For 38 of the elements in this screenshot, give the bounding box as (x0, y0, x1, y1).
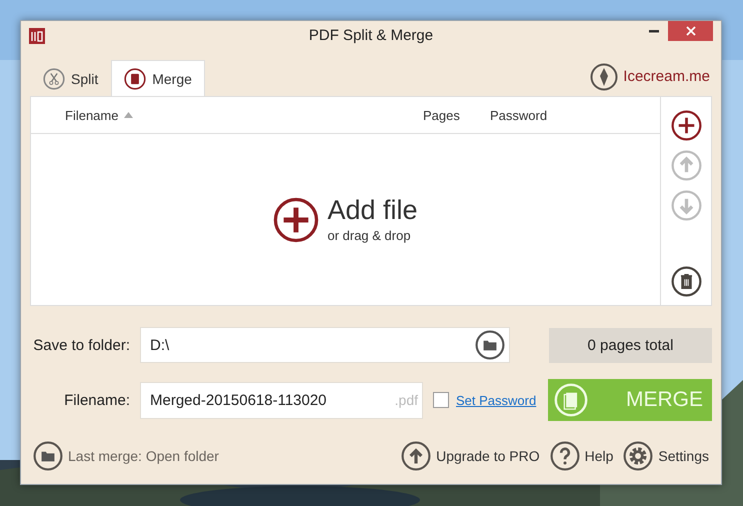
close-button[interactable] (668, 21, 713, 41)
password-checkbox[interactable] (433, 392, 449, 408)
drop-hint: or drag & drop (327, 228, 412, 242)
trash-icon (670, 266, 702, 296)
column-header[interactable]: Pages (389, 108, 490, 122)
add-icon (670, 110, 702, 140)
extension-label: .pdf (394, 392, 418, 408)
brand-link[interactable]: Icecream.me (623, 68, 710, 85)
upgrade-button[interactable]: Upgrade to PRO (401, 441, 540, 471)
close-icon (686, 26, 696, 36)
last-merge-link[interactable]: Last merge: Open folder (33, 441, 219, 471)
minimize-icon (649, 30, 659, 32)
add-button[interactable] (670, 109, 702, 141)
set-password-link[interactable]: Set Password (456, 392, 536, 408)
browse-button[interactable] (475, 330, 505, 360)
window-title: PDF Split & Merge (308, 27, 434, 44)
column-header[interactable]: Filename (31, 108, 389, 122)
settings-icon (623, 441, 654, 471)
folder-icon (475, 330, 505, 360)
app-logo-icon (29, 28, 45, 44)
folder-field[interactable]: D:\ (140, 327, 510, 363)
help-button[interactable]: Help (550, 441, 614, 471)
pages-total: 0 pages total (549, 328, 712, 362)
delete-button[interactable] (670, 265, 702, 297)
filename-field[interactable]: Merged-20150618-113020 .pdf (140, 382, 423, 418)
field-label: Filename: (63, 392, 131, 408)
sort-icon (124, 112, 134, 118)
document-icon (554, 383, 588, 417)
column-header[interactable]: Password (490, 108, 548, 122)
tab[interactable]: Split (30, 60, 112, 96)
add-file-button[interactable]: Add file (327, 196, 418, 224)
settings-button[interactable]: Settings (623, 441, 709, 471)
tab[interactable]: Merge (111, 60, 205, 96)
scissors-icon (43, 68, 65, 90)
field-label: Save to folder: (32, 336, 131, 354)
add-file-icon (273, 196, 320, 242)
help-icon (550, 441, 580, 471)
folder-icon (33, 441, 63, 471)
